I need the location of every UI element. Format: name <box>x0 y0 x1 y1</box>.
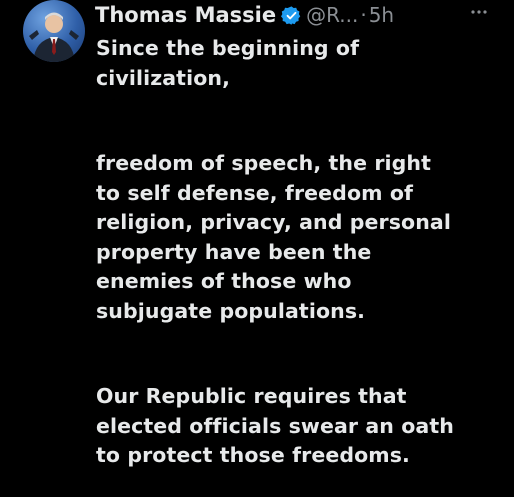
text-line: to protect those freedoms. <box>96 443 410 467</box>
more-options-icon[interactable] <box>465 0 495 30</box>
author-handle[interactable]: @R... <box>306 3 358 27</box>
text-line: freedom of speech, the right <box>96 151 432 175</box>
author-name[interactable]: Thomas Massie <box>95 3 276 27</box>
text-line: civilization, <box>96 65 230 90</box>
text-line: property have been the <box>96 239 372 264</box>
text-line: enemies of those who <box>96 269 352 293</box>
verified-badge-icon <box>281 5 302 26</box>
avatar[interactable] <box>23 0 85 62</box>
text-line: Our Republic requires that <box>96 384 407 408</box>
text-line: elected officials swear an oath <box>96 413 454 438</box>
text-line: Since the beginning of <box>96 36 360 60</box>
text-line: to self defense, freedom of <box>96 180 414 205</box>
text-line: subjugate populations. <box>96 298 366 323</box>
header-separator: · <box>360 3 367 27</box>
tweet-text: Since the beginning of civilization, fre… <box>96 34 506 471</box>
tweet-header: Thomas Massie @R... · 5h <box>95 0 394 30</box>
text-line: religion, privacy, and personal <box>96 210 451 234</box>
tweet[interactable]: Thomas Massie @R... · 5h Since the begin… <box>0 0 514 497</box>
timestamp[interactable]: 5h <box>369 3 394 27</box>
